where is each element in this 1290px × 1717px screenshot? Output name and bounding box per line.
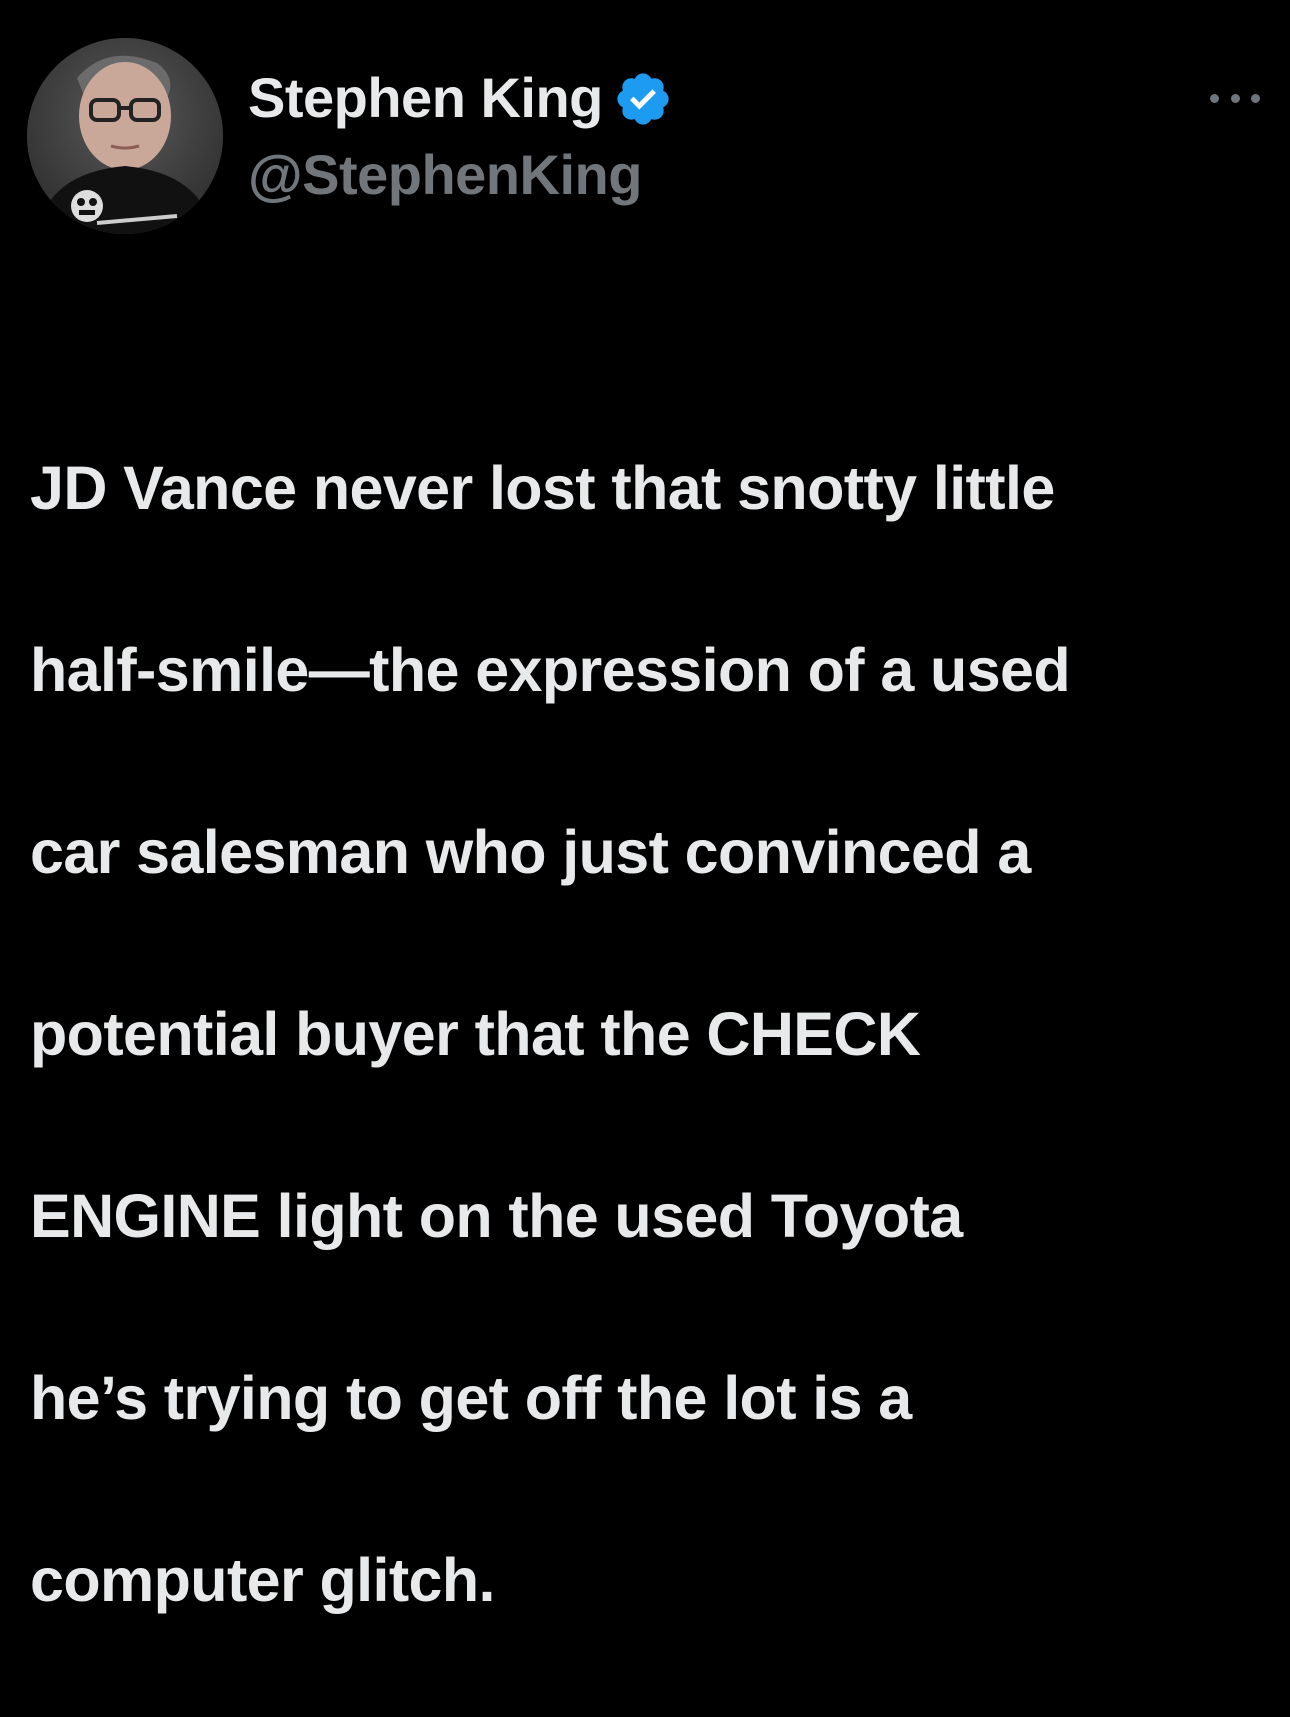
avatar-photo	[27, 38, 223, 234]
tweet-text-line: JD Vance never lost that snotty little	[30, 454, 1055, 522]
avatar[interactable]	[27, 38, 223, 234]
tweet: Stephen King @StephenKing JD Vance never…	[0, 0, 1290, 1614]
handle[interactable]: @StephenKing	[248, 142, 673, 207]
author-block: Stephen King @StephenKing	[248, 62, 673, 207]
display-name[interactable]: Stephen King	[248, 65, 603, 130]
tweet-text-line: potential buyer that the CHECK	[30, 1000, 921, 1068]
tweet-text-line: computer glitch.	[30, 1546, 495, 1614]
tweet-text-line: he’s trying to get off the lot is a	[30, 1364, 912, 1432]
more-dot	[1210, 93, 1219, 103]
more-dot	[1230, 93, 1240, 103]
more-horizontal-icon[interactable]	[1210, 88, 1260, 108]
tweet-text-line: ENGINE light on the used Toyota	[30, 1182, 963, 1250]
tweet-text: JD Vance never lost that snotty little h…	[30, 352, 1270, 1717]
tweet-text-line: half-smile—the expression of a used	[30, 636, 1071, 704]
tweet-text-line: car salesman who just convinced a	[30, 818, 1031, 886]
display-name-row: Stephen King	[248, 62, 673, 132]
verified-badge-icon[interactable]	[613, 69, 673, 129]
more-dot	[1251, 93, 1260, 103]
